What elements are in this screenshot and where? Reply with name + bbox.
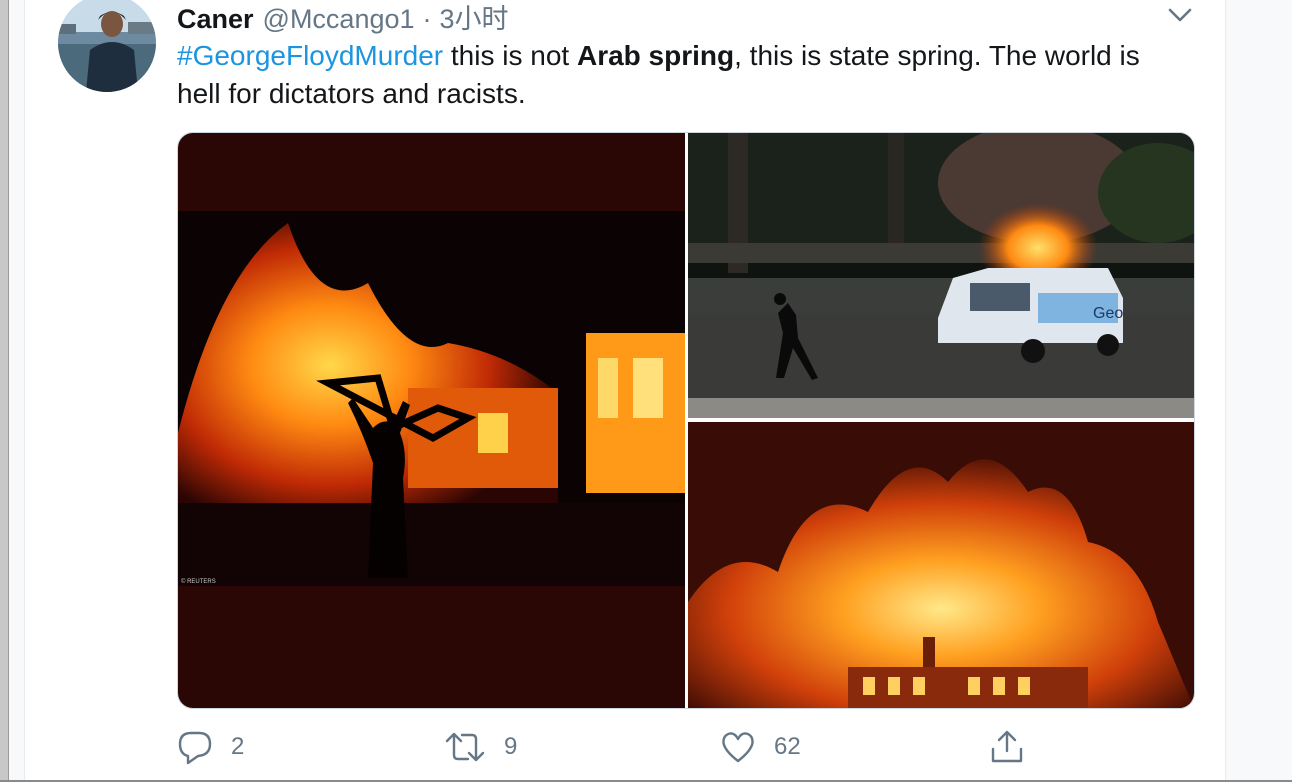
like-count: 62 <box>774 733 801 760</box>
reply-count: 2 <box>231 733 245 760</box>
tweet-text-bold: Arab spring <box>576 40 735 71</box>
van-text: Geo <box>1093 305 1123 322</box>
hashtag-link[interactable]: #GeorgeFloydMurder <box>177 40 443 71</box>
tweet-timestamp[interactable]: 3小时 <box>440 0 509 36</box>
share-button[interactable] <box>989 725 1025 769</box>
tweet-header: Caner @Mccango1 · 3小时 <box>177 0 509 34</box>
tweet-text-segment: this is not <box>443 40 577 71</box>
heart-icon <box>720 729 756 765</box>
header-separator: · <box>422 4 432 34</box>
tweet-text: #GeorgeFloydMurder this is not Arab spri… <box>177 37 1187 113</box>
retweet-button[interactable]: 9 <box>444 725 517 769</box>
photo-credit: © REUTERS <box>181 578 216 585</box>
like-button[interactable]: 62 <box>720 725 801 769</box>
share-icon <box>989 729 1025 765</box>
window-left-edge <box>0 0 9 782</box>
display-name[interactable]: Caner <box>177 4 254 35</box>
retweet-count: 9 <box>504 733 518 760</box>
chevron-down-icon <box>1165 8 1195 32</box>
photo-burning-building[interactable] <box>688 422 1194 708</box>
reply-icon <box>177 729 213 765</box>
tweet-actions: 2 9 62 <box>0 725 1292 769</box>
tweet-menu-button[interactable] <box>1165 2 1195 28</box>
media-grid: © REUTERS Geo <box>177 132 1195 709</box>
photo-burning-van[interactable]: Geo <box>688 133 1194 418</box>
reply-button[interactable]: 2 <box>177 725 244 769</box>
retweet-icon <box>444 729 486 765</box>
user-handle[interactable]: @Mccango1 <box>263 4 415 35</box>
photo-fire-chair[interactable]: © REUTERS <box>178 133 685 708</box>
